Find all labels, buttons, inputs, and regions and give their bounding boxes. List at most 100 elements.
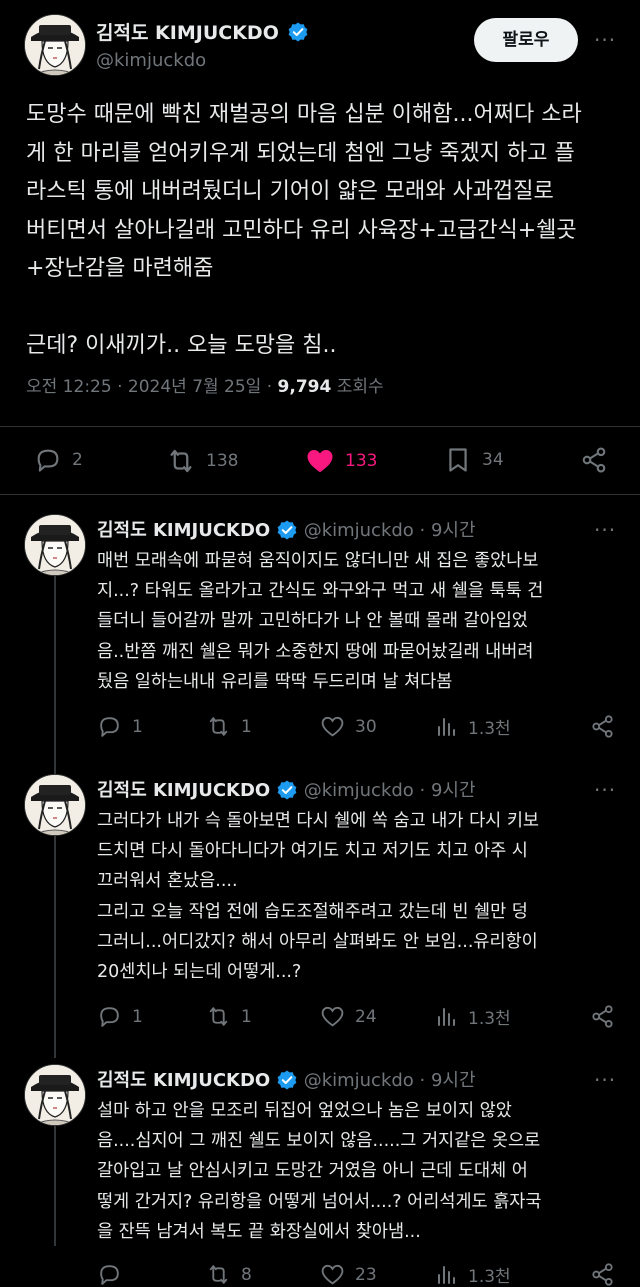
- like-button[interactable]: 30: [320, 714, 377, 739]
- author-name[interactable]: 김적도 KIMJUCKDO: [97, 520, 270, 541]
- reply-icon: [34, 446, 62, 474]
- reply-text-line: 을 잔뜩 남겨서 복도 끝 화장실에서 찾아냄...: [97, 1221, 421, 1242]
- thread-line: [54, 1126, 56, 1246]
- avatar-image: [25, 15, 85, 75]
- retweet-count: 1: [241, 716, 252, 737]
- verified-badge-icon: [276, 519, 298, 541]
- author-handle[interactable]: @kimjuckdo · 9시간: [304, 520, 476, 541]
- thread-line: [54, 836, 56, 1058]
- verified-badge-icon: [287, 21, 309, 43]
- share-icon: [590, 1262, 615, 1287]
- reply-count: 1: [132, 716, 143, 737]
- views-button[interactable]: 1.3천: [434, 1262, 511, 1287]
- reply-text-line: 설마 하고 안을 모조리 뒤집어 엎었으나 놈은 보이지 않았: [97, 1101, 512, 1121]
- reply-text-line: 20센치나 되는데 어떻게...?: [97, 962, 302, 983]
- share-icon: [590, 1004, 615, 1029]
- reply-text: 매번 모래속에 파묻혀 움직이지도 않더니만 새 집은 좋았나보 지...? 타…: [97, 546, 617, 697]
- reply-text-line: 드치면 다시 돌아다니다가 여기도 치고 저기도 치고 아주 시: [97, 841, 528, 862]
- reply-text: 그러다가 내가 슥 돌아보면 다시 쉘에 쏙 숨고 내가 다시 키보 드치면 다…: [97, 806, 617, 987]
- author-handle[interactable]: @kimjuckdo · 9시간: [304, 1070, 476, 1091]
- more-options-icon[interactable]: ···: [594, 28, 616, 52]
- share-icon: [580, 446, 608, 474]
- author-handle[interactable]: @kimjuckdo: [96, 50, 206, 71]
- reply-button[interactable]: [97, 1262, 132, 1287]
- views-label: 조회수: [331, 377, 384, 397]
- tweet-text-line: [26, 289, 616, 328]
- reply-button[interactable]: 1: [97, 1004, 143, 1029]
- views-bar-icon: [434, 715, 458, 739]
- author-name-label: 김적도 KIMJUCKDO: [96, 22, 279, 44]
- reply-header: 김적도 KIMJUCKDO @kimjuckdo · 9시간: [97, 1066, 476, 1092]
- heart-icon: [320, 1262, 345, 1287]
- share-button[interactable]: [590, 1262, 615, 1287]
- more-options-icon[interactable]: ···: [594, 778, 616, 802]
- like-button[interactable]: 24: [320, 1004, 377, 1029]
- views-bar-icon: [434, 1263, 458, 1287]
- tweet-text: 도망수 때문에 빡친 재벌공의 마음 십분 이해함...어쩌다 소라 게 한 마…: [26, 96, 616, 366]
- retweet-button[interactable]: 1: [206, 714, 252, 739]
- bookmark-button[interactable]: 34: [444, 446, 504, 474]
- reply-count: 2: [72, 450, 83, 470]
- avatar-image: [25, 1065, 85, 1125]
- author-name[interactable]: 김적도 KIMJUCKDO: [96, 18, 309, 45]
- retweet-icon: [206, 714, 231, 739]
- views-count: 1.3천: [468, 1267, 511, 1287]
- author-name[interactable]: 김적도 KIMJUCKDO: [97, 780, 270, 801]
- reply-text-line: 갈아입고 날 안심시키고 도망간 거였음 아니 근데 도대체 어: [97, 1161, 528, 1182]
- retweet-button[interactable]: 138: [166, 446, 238, 476]
- retweet-icon: [206, 1004, 231, 1029]
- like-button[interactable]: 133: [305, 446, 377, 476]
- avatar-image: [25, 515, 85, 575]
- timestamp[interactable]: 오전 12:25 · 2024년 7월 25일 ·: [26, 377, 278, 397]
- reply-text-line: 들더니 들어갈까 말까 고민하다가 나 안 볼때 몰래 갈아입었: [97, 611, 528, 632]
- retweet-button[interactable]: 8: [206, 1262, 252, 1287]
- tweet-meta: 오전 12:25 · 2024년 7월 25일 · 9,794 조회수: [26, 372, 384, 397]
- reply-text-line: 음....심지어 그 깨진 쉘도 보이지 않음.....그 거지같은 옷으로: [97, 1131, 541, 1152]
- views-count: 1.3천: [468, 719, 511, 739]
- retweet-button[interactable]: 1: [206, 1004, 252, 1029]
- share-button[interactable]: [590, 714, 615, 739]
- like-count: 30: [355, 716, 377, 737]
- more-options-icon[interactable]: ···: [594, 1068, 616, 1092]
- avatar-image: [25, 775, 85, 835]
- tweet-text-line: 게 한 마리를 얻어키우게 되었는데 첨엔 그냥 죽겠지 하고 플: [26, 140, 575, 166]
- heart-icon: [320, 714, 345, 739]
- retweet-count: 138: [206, 451, 239, 471]
- avatar[interactable]: [24, 514, 86, 576]
- views-button[interactable]: 1.3천: [434, 714, 511, 739]
- views-count: 9,794: [277, 377, 332, 397]
- retweet-icon: [166, 446, 196, 476]
- avatar[interactable]: [24, 14, 86, 76]
- like-count: 23: [355, 1264, 377, 1285]
- like-count: 24: [355, 1006, 377, 1027]
- reply-icon: [97, 1262, 122, 1287]
- views-button[interactable]: 1.3천: [434, 1004, 511, 1029]
- more-options-icon[interactable]: ···: [594, 518, 616, 542]
- follow-button[interactable]: 팔로우: [474, 18, 578, 62]
- share-icon: [590, 714, 615, 739]
- reply-text-line: 떻게 간거지? 유리항을 어떻게 넘어서....? 어리석게도 흙자국: [97, 1191, 542, 1212]
- reply-button[interactable]: 2: [34, 446, 83, 474]
- tweet-text-line: 라스틱 통에 내버려뒀더니 기어이 얇은 모래와 사과껍질로: [26, 179, 554, 204]
- reply-icon: [97, 1004, 122, 1029]
- like-button[interactable]: 23: [320, 1262, 377, 1287]
- bookmark-icon: [444, 446, 472, 474]
- heart-icon: [305, 446, 335, 476]
- share-button[interactable]: [590, 1004, 615, 1029]
- divider: [0, 426, 640, 427]
- verified-badge-icon: [276, 779, 298, 801]
- reply-text: 설마 하고 안을 모조리 뒤집어 엎었으나 놈은 보이지 않았 음....심지어…: [97, 1096, 617, 1247]
- avatar[interactable]: [24, 1064, 86, 1126]
- share-button[interactable]: [580, 446, 608, 474]
- avatar[interactable]: [24, 774, 86, 836]
- divider: [0, 494, 640, 495]
- views-count: 1.3천: [468, 1009, 511, 1029]
- retweet-count: 8: [241, 1264, 252, 1285]
- reply-button[interactable]: 1: [97, 714, 143, 739]
- reply-text-line: 그러니...어디갔지? 해서 아무리 살펴봐도 안 보임...유리항이: [97, 931, 538, 952]
- author-handle[interactable]: @kimjuckdo · 9시간: [304, 780, 476, 801]
- author-name[interactable]: 김적도 KIMJUCKDO: [97, 1070, 270, 1091]
- reply-text-line: 음..반쯤 깨진 쉘은 뭐가 소중한지 땅에 파묻어놨길래 내버려: [97, 641, 534, 662]
- reply-text-line: 지...? 타워도 올라가고 간식도 와구와구 먹고 새 쉘을 툭툭 건: [97, 581, 544, 602]
- reply-header: 김적도 KIMJUCKDO @kimjuckdo · 9시간: [97, 776, 476, 802]
